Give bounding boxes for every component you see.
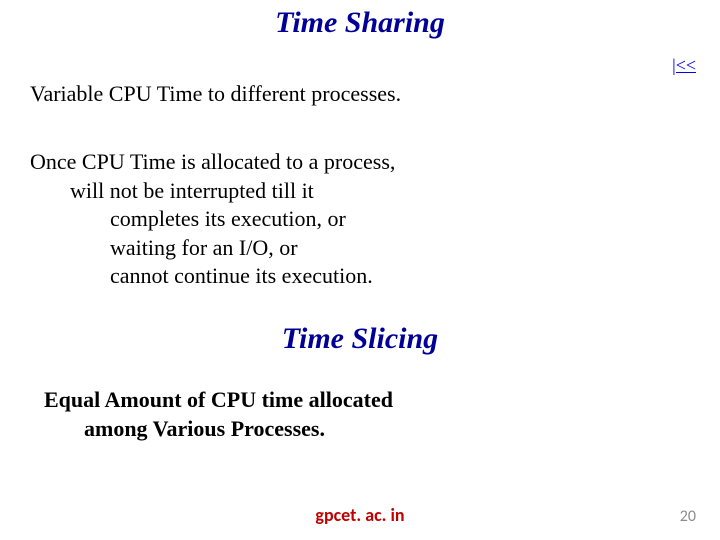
- line-3: completes its execution, or: [30, 205, 395, 234]
- line-2: will not be interrupted till it: [30, 177, 395, 206]
- line-1: Once CPU Time is allocated to a process,: [30, 149, 395, 174]
- heading-time-slicing: Time Slicing: [0, 322, 720, 356]
- heading-time-sharing: Time Sharing: [0, 6, 720, 40]
- nav-first-link[interactable]: |<<: [672, 55, 696, 76]
- line-4: waiting for an I/O, or: [30, 234, 395, 263]
- line-5: cannot continue its execution.: [30, 262, 395, 291]
- text-allocation-block: Once CPU Time is allocated to a process,…: [30, 148, 395, 291]
- line-b1: Equal Amount of CPU time allocated: [44, 387, 393, 412]
- page-number: 20: [680, 507, 696, 526]
- slide: Time Sharing |<< Variable CPU Time to di…: [0, 0, 720, 540]
- line-b2: among Various Processes.: [44, 415, 393, 444]
- text-variable-cpu: Variable CPU Time to different processes…: [30, 80, 401, 108]
- text-equal-amount-block: Equal Amount of CPU time allocated among…: [44, 386, 393, 443]
- footer-domain: gpcet. ac. in: [0, 504, 720, 526]
